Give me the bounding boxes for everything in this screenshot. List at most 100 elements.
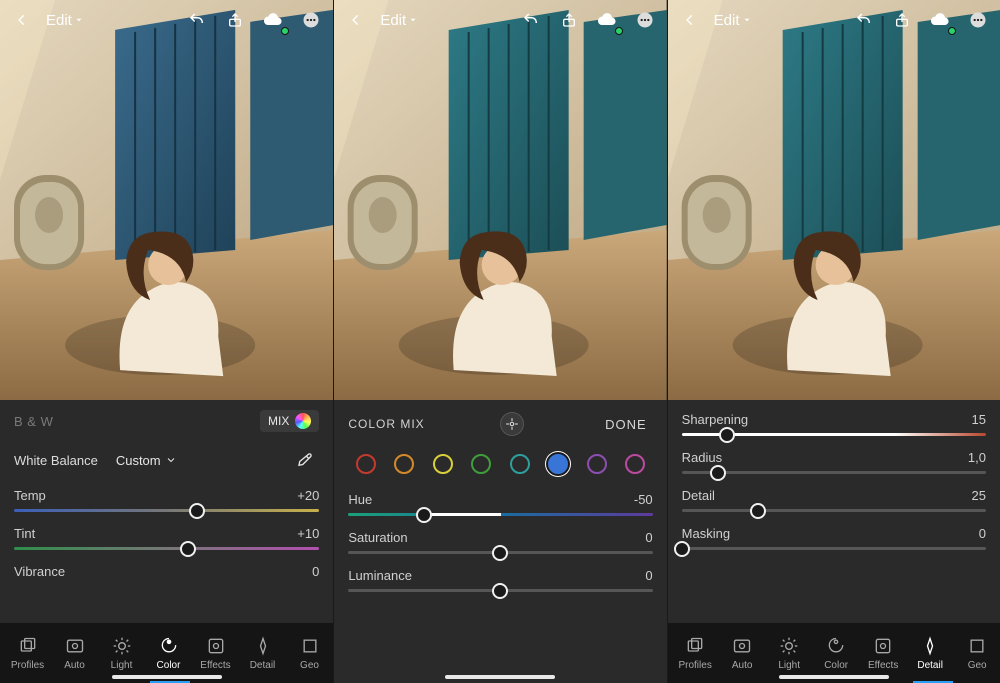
slider-sharpening[interactable]: Sharpening 15 — [668, 400, 1000, 446]
slider-hue[interactable]: Hue -50 — [334, 488, 666, 526]
slider-track[interactable] — [348, 589, 652, 592]
slider-thumb[interactable] — [674, 541, 690, 557]
tool-geometry[interactable]: Geo — [954, 635, 1000, 671]
tool-light[interactable]: Light — [98, 635, 145, 671]
tool-effects[interactable]: Effects — [192, 635, 239, 671]
home-indicator[interactable] — [445, 675, 555, 679]
slider-label: Tint — [14, 526, 35, 541]
swatch-red[interactable] — [356, 454, 376, 474]
swatch-magenta[interactable] — [625, 454, 645, 474]
share-icon[interactable] — [555, 6, 583, 34]
photo-preview[interactable] — [668, 0, 1000, 400]
slider-track[interactable] — [348, 513, 652, 516]
slider-thumb[interactable] — [492, 583, 508, 599]
done-button[interactable]: DONE — [599, 413, 653, 436]
slider-thumb[interactable] — [180, 541, 196, 557]
bw-toggle[interactable]: B & W — [14, 414, 53, 429]
slider-thumb[interactable] — [719, 427, 735, 443]
swatch-yellow[interactable] — [433, 454, 453, 474]
tool-effects[interactable]: Effects — [860, 635, 907, 671]
slider-value: +10 — [297, 526, 319, 541]
color-panel: B & W MIX White Balance Custom — [0, 400, 333, 683]
cloud-sync-icon[interactable] — [926, 6, 954, 34]
swatch-aqua[interactable] — [510, 454, 530, 474]
slider-detail[interactable]: Detail 25 — [668, 484, 1000, 522]
mix-button[interactable]: MIX — [260, 410, 319, 432]
tool-detail[interactable]: Detail — [239, 635, 286, 671]
undo-icon[interactable] — [850, 6, 878, 34]
slider-masking[interactable]: Masking 0 — [668, 522, 1000, 560]
mode-select[interactable]: Edit — [46, 12, 84, 29]
white-balance-select[interactable]: Custom — [116, 453, 177, 468]
photo-preview[interactable] — [334, 0, 666, 400]
undo-icon[interactable] — [517, 6, 545, 34]
target-adjust-icon[interactable] — [500, 412, 524, 436]
tool-profiles[interactable]: Profiles — [4, 635, 51, 671]
eyedropper-icon[interactable] — [291, 446, 319, 474]
cloud-sync-icon[interactable] — [593, 6, 621, 34]
slider-vibrance[interactable]: Vibrance 0 — [0, 560, 333, 585]
tool-label: Effects — [868, 660, 898, 671]
slider-thumb[interactable] — [750, 503, 766, 519]
light-icon — [111, 635, 133, 657]
tool-light[interactable]: Light — [766, 635, 813, 671]
white-balance-label: White Balance — [14, 453, 98, 468]
more-icon[interactable] — [297, 6, 325, 34]
swatch-purple[interactable] — [587, 454, 607, 474]
chevron-down-icon — [742, 15, 752, 25]
tool-color[interactable]: Color — [145, 635, 192, 671]
slider-track[interactable] — [682, 471, 986, 474]
back-icon[interactable] — [676, 6, 704, 34]
swatch-orange[interactable] — [394, 454, 414, 474]
tool-profiles[interactable]: Profiles — [672, 635, 719, 671]
top-bar: Edit — [334, 0, 666, 40]
slider-fill — [424, 513, 500, 516]
more-icon[interactable] — [964, 6, 992, 34]
tool-detail[interactable]: Detail — [907, 635, 954, 671]
slider-temp[interactable]: Temp +20 — [0, 484, 333, 522]
back-icon[interactable] — [342, 6, 370, 34]
profiles-icon — [17, 635, 39, 657]
slider-saturation[interactable]: Saturation 0 — [334, 526, 666, 564]
slider-radius[interactable]: Radius 1,0 — [668, 446, 1000, 484]
undo-icon[interactable] — [183, 6, 211, 34]
tool-geometry[interactable]: Geo — [286, 635, 333, 671]
swatch-green[interactable] — [471, 454, 491, 474]
slider-luminance[interactable]: Luminance 0 — [334, 564, 666, 602]
mode-select[interactable]: Edit — [714, 12, 752, 29]
more-icon[interactable] — [631, 6, 659, 34]
slider-tint[interactable]: Tint +10 — [0, 522, 333, 560]
share-icon[interactable] — [888, 6, 916, 34]
slider-track[interactable] — [682, 433, 986, 436]
slider-label: Radius — [682, 450, 722, 465]
tool-auto[interactable]: Auto — [719, 635, 766, 671]
white-balance-value: Custom — [116, 453, 161, 468]
tool-auto[interactable]: Auto — [51, 635, 98, 671]
geometry-icon — [966, 635, 988, 657]
slider-thumb[interactable] — [416, 507, 432, 523]
back-icon[interactable] — [8, 6, 36, 34]
tool-label: Profiles — [11, 660, 44, 671]
share-icon[interactable] — [221, 6, 249, 34]
slider-thumb[interactable] — [189, 503, 205, 519]
slider-track[interactable] — [14, 509, 319, 512]
mode-label: Edit — [714, 12, 740, 29]
tool-label: Profiles — [678, 660, 711, 671]
tool-color[interactable]: Color — [813, 635, 860, 671]
mode-select[interactable]: Edit — [380, 12, 418, 29]
slider-track[interactable] — [14, 547, 319, 550]
slider-thumb[interactable] — [492, 545, 508, 561]
tool-label: Detail — [250, 660, 276, 671]
slider-thumb[interactable] — [710, 465, 726, 481]
home-indicator[interactable] — [779, 675, 889, 679]
cloud-sync-icon[interactable] — [259, 6, 287, 34]
slider-track[interactable] — [682, 547, 986, 550]
photo-preview[interactable] — [0, 0, 333, 400]
slider-track[interactable] — [682, 509, 986, 512]
swatch-blue[interactable] — [548, 454, 568, 474]
tool-label: Detail — [917, 660, 943, 671]
slider-track[interactable] — [348, 551, 652, 554]
home-indicator[interactable] — [112, 675, 222, 679]
slider-value: 0 — [645, 568, 652, 583]
color-wheel-icon — [295, 413, 311, 429]
